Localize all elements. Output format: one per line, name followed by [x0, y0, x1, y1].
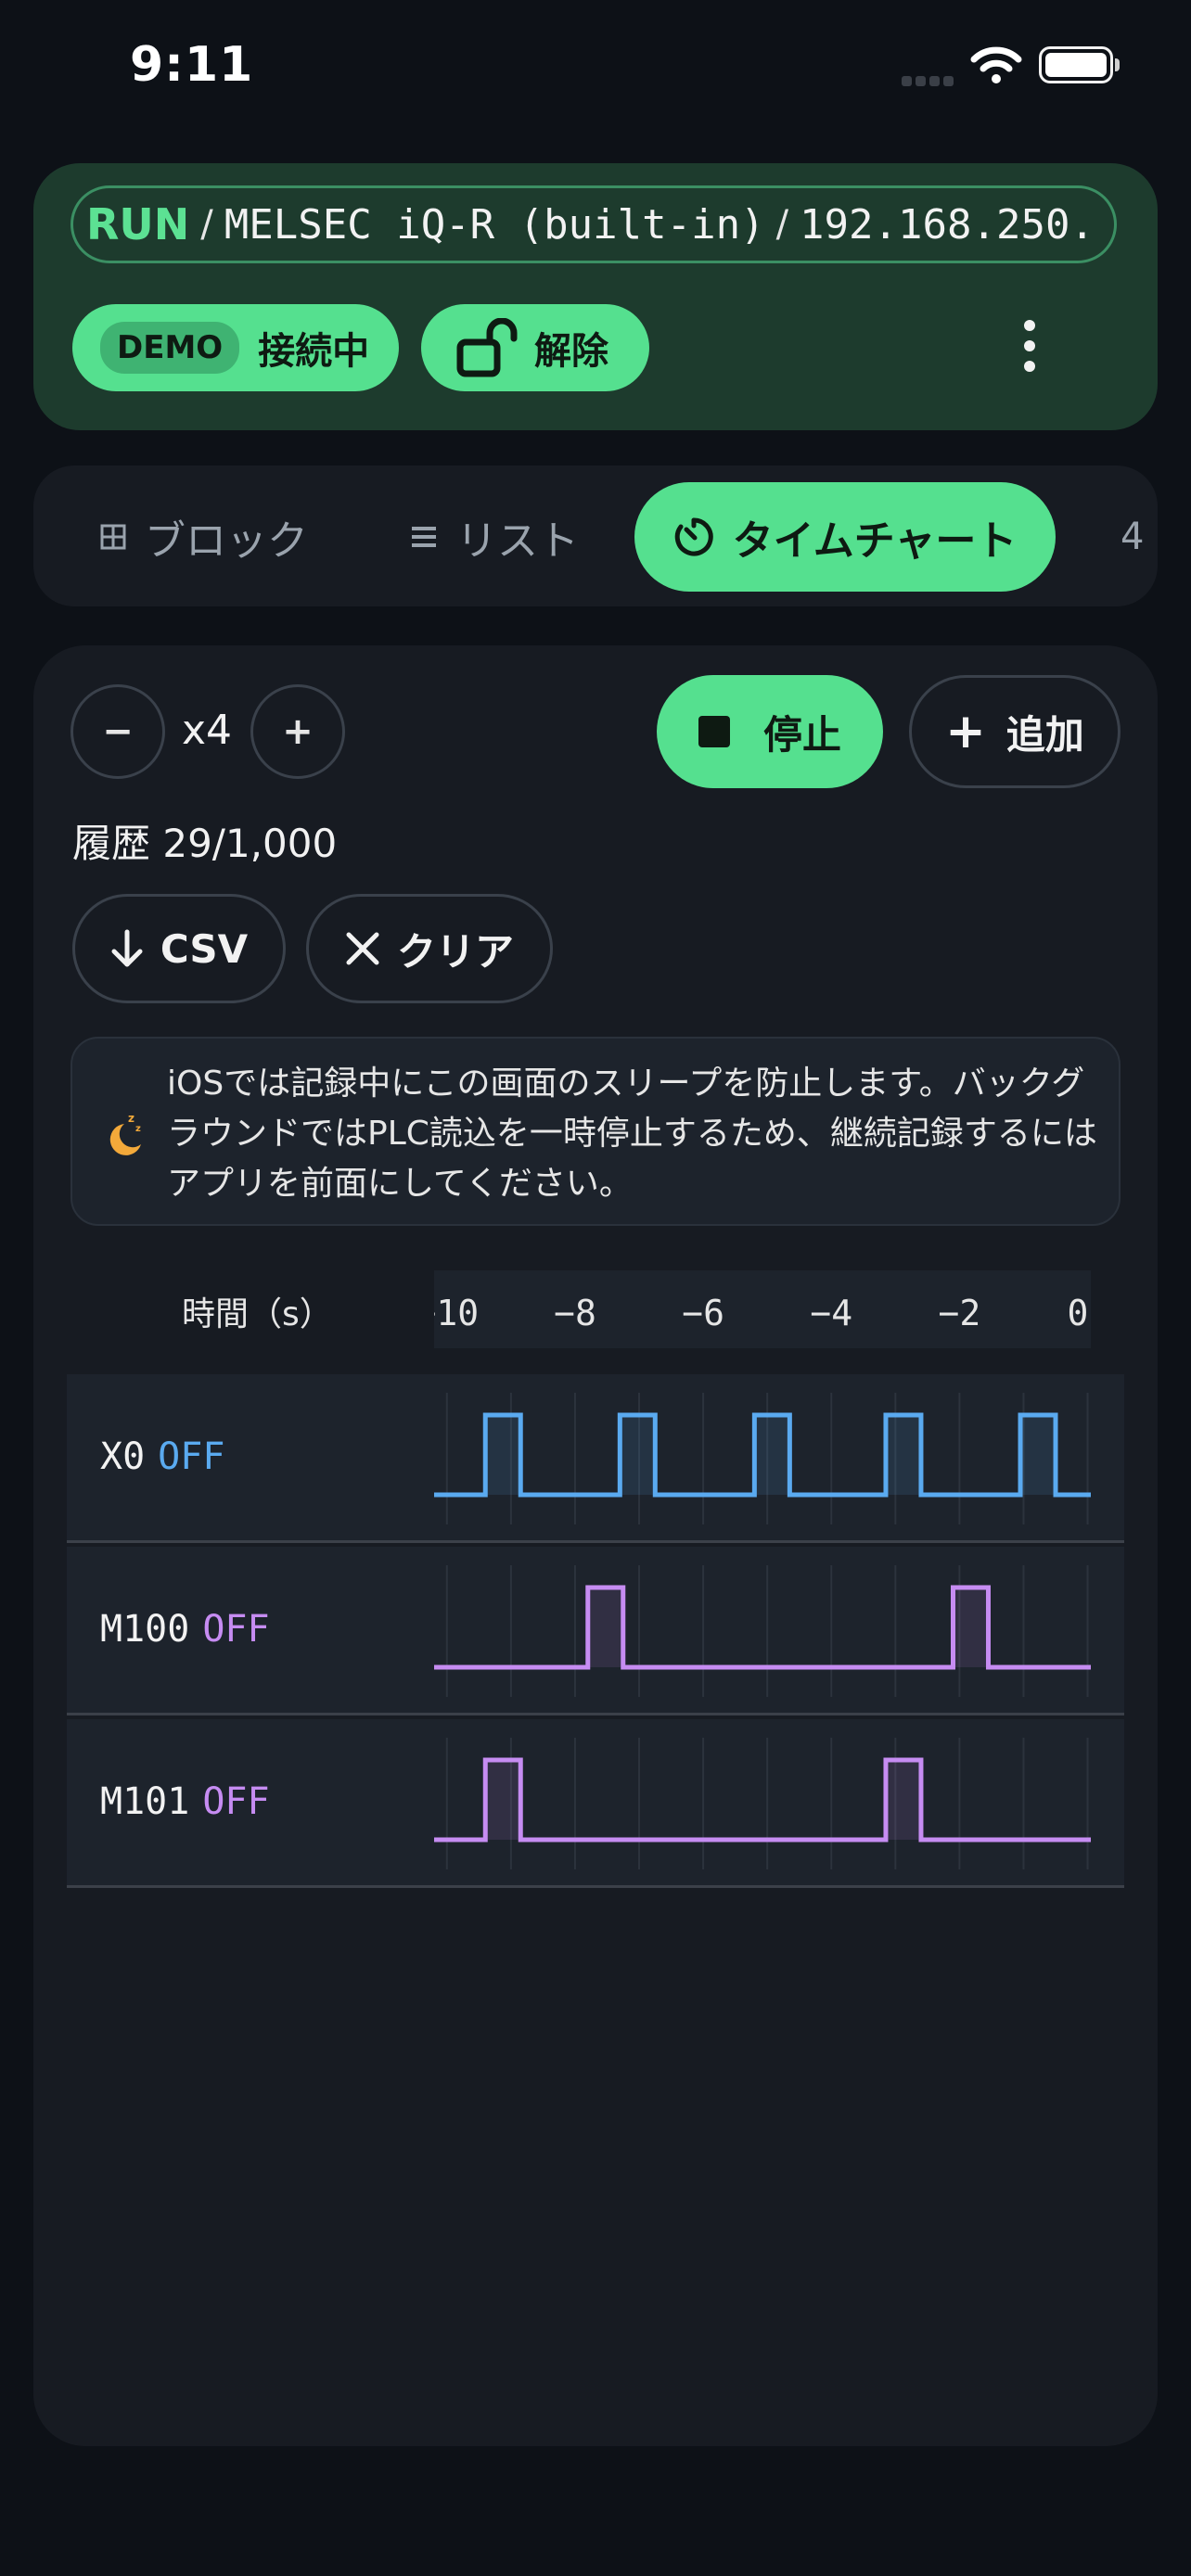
signal-name: M101 — [100, 1780, 190, 1823]
unlock-label: 解除 — [534, 330, 608, 373]
plc-ip-address: 192.168.250. — [800, 200, 1095, 249]
zoom-in-button[interactable]: + — [250, 684, 345, 779]
time-tick-label: −8 — [554, 1293, 596, 1333]
connected-label: 接続中 — [258, 330, 370, 373]
time-tick-label: −4 — [810, 1293, 853, 1333]
signal-row-m100[interactable]: M100 OFF — [67, 1547, 1124, 1715]
tab-timechart-label: タイムチャート — [732, 517, 1018, 565]
wifi-icon — [970, 45, 1022, 89]
time-tick-label: 0 — [1067, 1293, 1089, 1333]
stop-icon — [698, 716, 730, 747]
time-tick-label: −10 — [434, 1293, 480, 1333]
connection-address-field[interactable]: RUN / MELSEC iQ-R (built-in) / 192.168.2… — [70, 185, 1117, 263]
signal-waveform-x0 — [434, 1393, 1091, 1524]
unlock-icon — [456, 318, 518, 377]
battery-icon — [1039, 46, 1113, 83]
tab-block[interactable]: ブロック — [100, 482, 308, 592]
signal-row-m101[interactable]: M101 OFF — [67, 1719, 1124, 1888]
more-options-icon[interactable] — [1020, 320, 1039, 376]
signal-high-pulse — [885, 1760, 921, 1840]
signal-high-pulse — [1020, 1415, 1057, 1495]
unlock-button[interactable]: 解除 — [421, 304, 649, 391]
clear-button[interactable]: クリア — [306, 894, 553, 1003]
list-icon — [410, 525, 438, 549]
stop-button[interactable]: 停止 — [657, 675, 883, 788]
time-tick-label: −2 — [938, 1293, 981, 1333]
demo-badge: DEMO — [100, 322, 240, 374]
cellular-signal-icon — [902, 72, 957, 90]
signal-state: OFF — [202, 1780, 270, 1823]
history-count: 履歴 29/1,000 — [72, 821, 338, 866]
tab-list[interactable]: リスト — [410, 482, 579, 592]
plus-icon: + — [945, 704, 986, 759]
tab-block-label: ブロック — [145, 517, 308, 565]
close-icon — [345, 931, 380, 966]
time-axis-label: 時間（s） — [182, 1295, 333, 1333]
signal-state: OFF — [158, 1435, 225, 1478]
plc-run-state: RUN — [86, 199, 190, 249]
clear-label: クリア — [396, 928, 514, 975]
battery-tip — [1115, 58, 1120, 71]
plc-model: MELSEC iQ-R (built-in) — [224, 200, 765, 249]
tab-timechart[interactable]: タイムチャート — [634, 482, 1056, 592]
signal-waveform-line — [434, 1757, 1091, 1843]
status-time: 9:11 — [130, 37, 254, 93]
view-tabs: ブロック リスト タイムチャート 4 — [33, 465, 1158, 606]
time-axis: −10 −8 −6 −4 −2 0 — [434, 1270, 1091, 1348]
add-device-button[interactable]: + 追加 — [909, 675, 1121, 788]
download-arrow-icon — [110, 929, 144, 968]
signal-high-pulse — [620, 1415, 656, 1495]
tab-list-label: リスト — [456, 517, 579, 565]
grid-icon — [100, 524, 126, 550]
add-label: 追加 — [1005, 711, 1084, 758]
zoom-out-button[interactable]: − — [70, 684, 165, 779]
signal-name: X0 — [100, 1435, 146, 1478]
svg-text:z: z — [135, 1124, 141, 1134]
signal-high-pulse — [754, 1415, 790, 1495]
sleep-notice-text: iOSでは記録中にこの画面のスリープを防止します。バックグラウンドではPLC読込… — [167, 1065, 1097, 1203]
tab-overflow[interactable]: 4 — [1121, 482, 1144, 592]
signal-high-pulse — [885, 1415, 921, 1495]
csv-export-button[interactable]: CSV — [72, 894, 286, 1003]
time-tick-label: −6 — [682, 1293, 724, 1333]
signal-waveform-line — [434, 1585, 1091, 1670]
path-separator: / — [200, 203, 213, 246]
signal-waveform-m101 — [434, 1738, 1091, 1869]
timer-icon — [673, 516, 714, 557]
tab-overflow-label: 4 — [1121, 516, 1145, 558]
path-separator: / — [775, 203, 789, 246]
signal-high-pulse — [485, 1760, 521, 1840]
signal-high-pulse — [587, 1588, 623, 1667]
sleep-notice: z z iOSでは記録中にこの画面のスリープを防止します。バックグラウンドではP… — [70, 1037, 1121, 1226]
signal-state: OFF — [202, 1608, 270, 1651]
csv-label: CSV — [160, 925, 249, 972]
signal-high-pulse — [953, 1588, 989, 1667]
stop-label: 停止 — [762, 711, 841, 758]
signal-high-pulse — [485, 1415, 521, 1495]
svg-text:z: z — [128, 1112, 134, 1125]
zoom-level: x4 — [182, 707, 233, 754]
sleep-moon-icon: z z — [104, 1111, 145, 1161]
connection-status-button[interactable]: DEMO 接続中 — [72, 304, 399, 391]
signal-row-x0[interactable]: X0 OFF — [67, 1374, 1124, 1543]
signal-waveform-m100 — [434, 1565, 1091, 1697]
signal-name: M100 — [100, 1608, 190, 1651]
